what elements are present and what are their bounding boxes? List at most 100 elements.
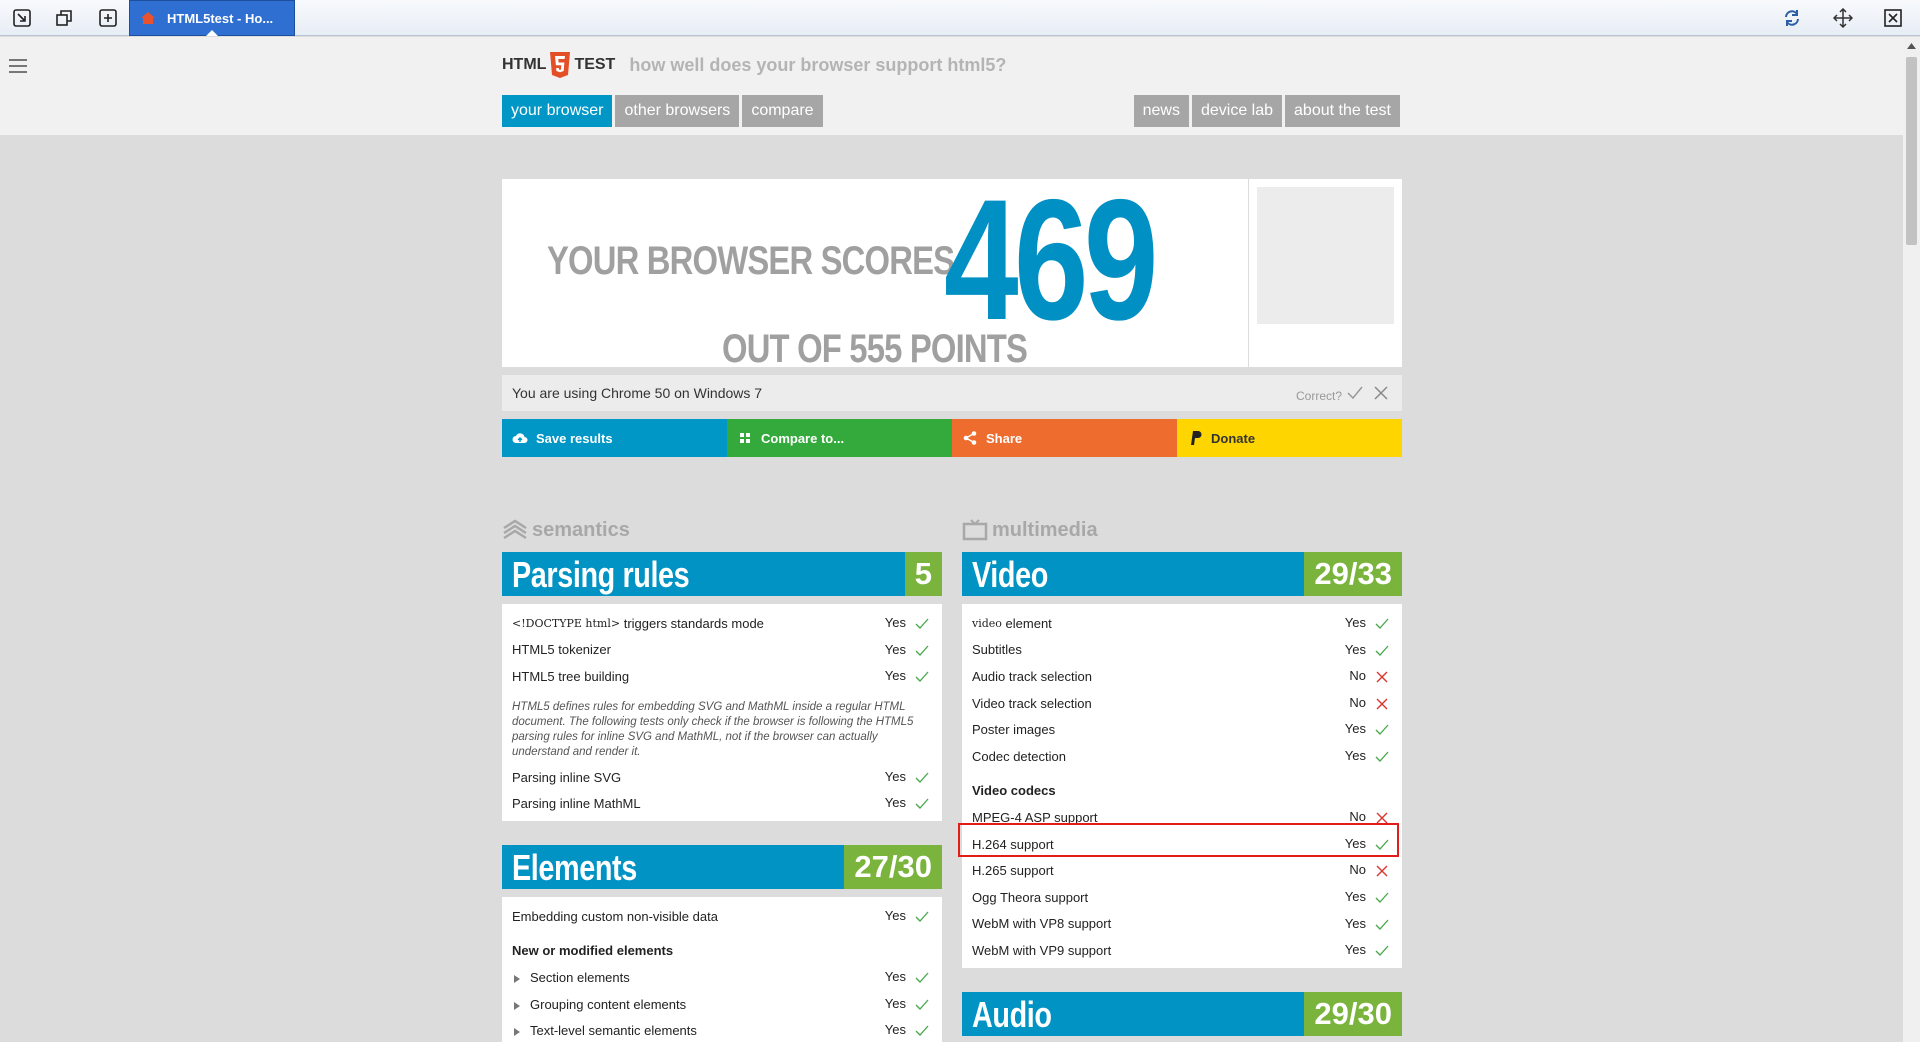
row-label: triggers standards mode <box>623 615 764 631</box>
result-text: Yes <box>1344 721 1366 737</box>
vertical-scrollbar[interactable] <box>1903 37 1920 1042</box>
expand-triangle-icon[interactable] <box>514 1001 520 1010</box>
parsing-rules-title: Parsing rules <box>512 554 690 595</box>
check-icon <box>915 618 929 629</box>
sync-icon[interactable] <box>1779 5 1805 31</box>
nav-device-lab[interactable]: device lab <box>1191 95 1283 127</box>
scrollbar-thumb[interactable] <box>1906 57 1917 245</box>
result-text: Yes <box>884 641 906 657</box>
share-label: Share <box>986 430 1023 446</box>
result-text: Yes <box>884 768 906 784</box>
parsing-note: HTML5 defines rules for embedding SVG an… <box>512 700 914 758</box>
result-text: Yes <box>1344 888 1366 904</box>
result-text: Yes <box>884 969 906 985</box>
compare-to-button[interactable]: Compare to... <box>727 419 952 457</box>
row-label: Parsing inline SVG <box>512 769 622 785</box>
site-logo[interactable]: HTML TEST how well does your browser sup… <box>502 51 1006 79</box>
expandable-row[interactable]: Text-level semantic elements Yes <box>502 1017 942 1042</box>
compare-to-label: Compare to... <box>761 430 845 446</box>
new-tab-icon[interactable] <box>95 5 121 31</box>
row-label: Poster images <box>972 722 1056 738</box>
expand-triangle-icon[interactable] <box>514 1028 520 1037</box>
hamburger-menu-icon[interactable] <box>9 59 27 73</box>
elements-title: Elements <box>512 846 637 888</box>
result-text: No <box>1349 809 1366 825</box>
logo-html-text: HTML <box>502 56 547 73</box>
nav-other-browsers[interactable]: other browsers <box>615 95 740 127</box>
list-item: H.265 support No <box>962 857 1402 884</box>
result-text: Yes <box>1344 641 1366 657</box>
expandable-row[interactable]: Grouping content elements Yes <box>502 991 942 1018</box>
list-item: Parsing inline MathML Yes <box>502 790 942 817</box>
nav-compare[interactable]: compare <box>742 95 823 127</box>
share-button[interactable]: Share <box>952 419 1177 457</box>
check-icon <box>1375 645 1389 656</box>
cloud-upload-icon <box>512 433 528 443</box>
row-label: Ogg Theora support <box>972 889 1089 905</box>
reject-close-icon[interactable] <box>1372 384 1390 402</box>
check-icon <box>1375 724 1389 736</box>
logo-test-text: TEST <box>574 56 616 73</box>
result-text: Yes <box>1344 942 1366 958</box>
row-label: H.264 support <box>972 836 1054 852</box>
browser-toolbar: HTML5test - Ho... <box>0 0 1920 36</box>
minimize-to-tray-icon[interactable] <box>9 5 35 31</box>
check-icon <box>915 972 929 984</box>
save-results-button[interactable]: Save results <box>502 419 727 457</box>
list-item: Parsing inline SVG Yes <box>502 764 942 791</box>
check-icon <box>915 645 929 656</box>
score-card: YOUR BROWSER SCORES 469 OUT OF 555 POINT… <box>502 174 1248 371</box>
list-item: Ogg Theora support Yes <box>962 884 1402 911</box>
video-header: Video 29/33 <box>962 552 1402 596</box>
nav-news[interactable]: news <box>1133 95 1189 127</box>
action-bar: Save results Compare to... Share Donate <box>502 419 1402 457</box>
video-title: Video <box>972 554 1048 595</box>
row-label: WebM with VP8 support <box>972 916 1112 932</box>
row-label: H.265 support <box>972 863 1054 879</box>
video-score: 29/33 <box>1304 552 1402 596</box>
restore-windows-icon[interactable] <box>51 5 77 31</box>
expandable-row[interactable]: Section elements Yes <box>502 964 942 991</box>
expand-triangle-icon[interactable] <box>514 975 520 984</box>
html5-shield-icon <box>550 52 571 78</box>
row-label: Section elements <box>530 969 630 985</box>
donate-label: Donate <box>1211 430 1256 446</box>
row-label: Parsing inline MathML <box>512 796 641 812</box>
row-label: Text-level semantic elements <box>530 1023 697 1039</box>
result-text: Yes <box>884 1022 906 1038</box>
elements-header: Elements 27/30 <box>502 844 942 889</box>
result-text: Yes <box>1344 915 1366 931</box>
score-label: YOUR BROWSER SCORES <box>547 239 955 283</box>
close-window-icon[interactable] <box>1880 5 1906 31</box>
check-icon <box>915 671 929 683</box>
row-label: Subtitles <box>972 642 1022 658</box>
donate-button[interactable]: Donate <box>1177 419 1402 457</box>
audio-score: 29/30 <box>1304 991 1402 1036</box>
nav-your-browser[interactable]: your browser <box>502 95 613 127</box>
semantics-category: semantics <box>502 517 942 543</box>
list-item: MPEG-4 ASP support No <box>962 804 1402 831</box>
confirm-check-icon[interactable] <box>1346 384 1364 402</box>
cross-icon <box>1376 812 1388 824</box>
row-label: element <box>1005 615 1052 631</box>
scroll-up-arrow-icon[interactable] <box>1903 37 1920 54</box>
result-text: Yes <box>884 995 906 1011</box>
semantics-category-label: semantics <box>532 518 630 541</box>
home-favicon-icon <box>141 12 155 24</box>
list-item: Embedding custom non-visible data Yes <box>502 903 942 930</box>
score-value: 469 <box>944 164 1158 356</box>
list-item: Poster images Yes <box>962 716 1402 743</box>
subsection-heading: New or modified elements <box>512 943 674 959</box>
cross-icon <box>1376 671 1388 683</box>
ad-placeholder <box>1257 187 1394 324</box>
result-text: Yes <box>1344 835 1366 851</box>
secondary-nav: news device lab about the test <box>1133 95 1400 127</box>
row-label: Audio track selection <box>972 668 1092 684</box>
cross-icon <box>1376 698 1388 710</box>
move-icon[interactable] <box>1830 5 1856 31</box>
nav-about-the-test[interactable]: about the test <box>1285 95 1400 127</box>
elements-list: Embedding custom non-visible data Yes Ne… <box>502 896 942 1042</box>
list-item: Video track selection No <box>962 690 1402 717</box>
result-text: Yes <box>884 668 906 684</box>
code-snippet: video <box>972 616 1002 630</box>
